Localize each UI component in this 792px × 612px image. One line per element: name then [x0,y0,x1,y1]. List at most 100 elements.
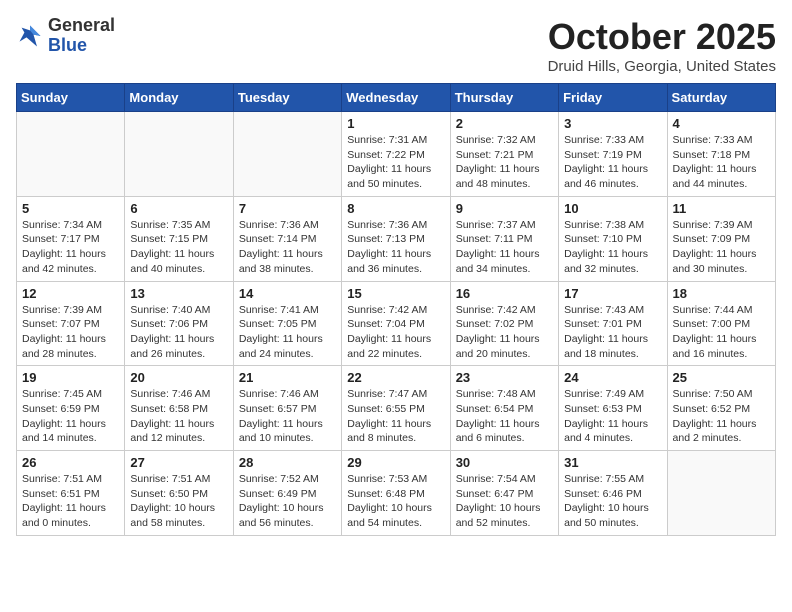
day-info: Sunrise: 7:32 AM Sunset: 7:21 PM Dayligh… [456,133,553,192]
day-info: Sunrise: 7:40 AM Sunset: 7:06 PM Dayligh… [130,303,227,362]
day-number: 15 [347,286,444,301]
day-number: 19 [22,370,119,385]
day-number: 12 [22,286,119,301]
calendar-cell: 23Sunrise: 7:48 AM Sunset: 6:54 PM Dayli… [450,366,558,451]
day-header-friday: Friday [559,84,667,112]
day-info: Sunrise: 7:49 AM Sunset: 6:53 PM Dayligh… [564,387,661,446]
calendar-cell: 12 Sunrise: 7:39 AM Sunset: 7:07 PM Dayli… [17,281,125,366]
day-number: 31 [564,455,661,470]
calendar-week-row: 19Sunrise: 7:45 AM Sunset: 6:59 PM Dayli… [17,366,776,451]
day-number: 24 [564,370,661,385]
logo-bird-icon [16,22,44,50]
day-info: Sunrise: 7:50 AM Sunset: 6:52 PM Dayligh… [673,387,770,446]
day-number: 10 [564,201,661,216]
day-info: Sunrise: 7:46 AM Sunset: 6:57 PM Dayligh… [239,387,336,446]
day-info: Sunrise: 7:41 AM Sunset: 7:05 PM Dayligh… [239,303,336,362]
day-number: 21 [239,370,336,385]
calendar-week-row: 26Sunrise: 7:51 AM Sunset: 6:51 PM Dayli… [17,451,776,536]
calendar-cell: 30 Sunrise: 7:54 AM Sunset: 6:47 PM Dayli… [450,451,558,536]
day-header-wednesday: Wednesday [342,84,450,112]
day-info: Sunrise: 7:51 AM Sunset: 6:51 PM Dayligh… [22,472,119,531]
calendar-cell [667,451,775,536]
day-number: 1 [347,116,444,131]
day-number: 14 [239,286,336,301]
day-number: 4 [673,116,770,131]
calendar-cell: 11Sunrise: 7:39 AM Sunset: 7:09 PM Dayli… [667,196,775,281]
day-number: 30 [456,455,553,470]
calendar-cell: 29Sunrise: 7:53 AM Sunset: 6:48 PM Dayli… [342,451,450,536]
day-number: 25 [673,370,770,385]
day-info: Sunrise: 7:38 AM Sunset: 7:10 PM Dayligh… [564,218,661,277]
day-info: Sunrise: 7:53 AM Sunset: 6:48 PM Dayligh… [347,472,444,531]
calendar-week-row: 12 Sunrise: 7:39 AM Sunset: 7:07 PM Dayli… [17,281,776,366]
day-info: Sunrise: 7:33 AM Sunset: 7:19 PM Dayligh… [564,133,661,192]
day-info: Sunrise: 7:42 AM Sunset: 7:02 PM Dayligh… [456,303,553,362]
day-number: 27 [130,455,227,470]
day-header-tuesday: Tuesday [233,84,341,112]
calendar-cell: 9 Sunrise: 7:37 AM Sunset: 7:11 PM Daylig… [450,196,558,281]
day-info: Sunrise: 7:31 AM Sunset: 7:22 PM Dayligh… [347,133,444,192]
day-info: Sunrise: 7:33 AM Sunset: 7:18 PM Dayligh… [673,133,770,192]
page-header: General Blue October 2025 Druid Hills, G… [16,16,776,75]
logo-general-text: General [48,16,115,36]
calendar-cell: 7 Sunrise: 7:36 AM Sunset: 7:14 PM Daylig… [233,196,341,281]
calendar-week-row: 1 Sunrise: 7:31 AM Sunset: 7:22 PM Daylig… [17,112,776,197]
calendar-cell: 25 Sunrise: 7:50 AM Sunset: 6:52 PM Dayli… [667,366,775,451]
day-info: Sunrise: 7:55 AM Sunset: 6:46 PM Dayligh… [564,472,661,531]
calendar-table: SundayMondayTuesdayWednesdayThursdayFrid… [16,83,776,536]
day-info: Sunrise: 7:46 AM Sunset: 6:58 PM Dayligh… [130,387,227,446]
day-header-thursday: Thursday [450,84,558,112]
calendar-cell [125,112,233,197]
day-number: 2 [456,116,553,131]
calendar-cell: 16 Sunrise: 7:42 AM Sunset: 7:02 PM Dayli… [450,281,558,366]
calendar-cell: 22 Sunrise: 7:47 AM Sunset: 6:55 PM Dayli… [342,366,450,451]
logo: General Blue [16,16,115,56]
calendar-cell: 10 Sunrise: 7:38 AM Sunset: 7:10 PM Dayli… [559,196,667,281]
day-info: Sunrise: 7:36 AM Sunset: 7:14 PM Dayligh… [239,218,336,277]
day-number: 13 [130,286,227,301]
day-info: Sunrise: 7:47 AM Sunset: 6:55 PM Dayligh… [347,387,444,446]
day-number: 9 [456,201,553,216]
day-number: 3 [564,116,661,131]
calendar-cell: 4 Sunrise: 7:33 AM Sunset: 7:18 PM Daylig… [667,112,775,197]
location-title: Druid Hills, Georgia, United States [548,58,776,75]
logo-blue-text: Blue [48,36,115,56]
calendar-cell: 28 Sunrise: 7:52 AM Sunset: 6:49 PM Dayli… [233,451,341,536]
day-info: Sunrise: 7:51 AM Sunset: 6:50 PM Dayligh… [130,472,227,531]
day-number: 16 [456,286,553,301]
day-info: Sunrise: 7:35 AM Sunset: 7:15 PM Dayligh… [130,218,227,277]
day-header-saturday: Saturday [667,84,775,112]
day-header-sunday: Sunday [17,84,125,112]
calendar-cell: 14 Sunrise: 7:41 AM Sunset: 7:05 PM Dayli… [233,281,341,366]
calendar-cell: 21 Sunrise: 7:46 AM Sunset: 6:57 PM Dayli… [233,366,341,451]
day-number: 17 [564,286,661,301]
day-info: Sunrise: 7:37 AM Sunset: 7:11 PM Dayligh… [456,218,553,277]
calendar-cell: 1 Sunrise: 7:31 AM Sunset: 7:22 PM Daylig… [342,112,450,197]
day-number: 5 [22,201,119,216]
day-number: 28 [239,455,336,470]
day-header-monday: Monday [125,84,233,112]
day-info: Sunrise: 7:39 AM Sunset: 7:09 PM Dayligh… [673,218,770,277]
calendar-cell [17,112,125,197]
calendar-week-row: 5 Sunrise: 7:34 AM Sunset: 7:17 PM Daylig… [17,196,776,281]
day-info: Sunrise: 7:39 AM Sunset: 7:07 PM Dayligh… [22,303,119,362]
day-number: 22 [347,370,444,385]
logo-text: General Blue [48,16,115,56]
day-info: Sunrise: 7:52 AM Sunset: 6:49 PM Dayligh… [239,472,336,531]
day-info: Sunrise: 7:36 AM Sunset: 7:13 PM Dayligh… [347,218,444,277]
day-info: Sunrise: 7:54 AM Sunset: 6:47 PM Dayligh… [456,472,553,531]
month-title: October 2025 [548,16,776,58]
calendar-cell: 26Sunrise: 7:51 AM Sunset: 6:51 PM Dayli… [17,451,125,536]
calendar-cell: 31 Sunrise: 7:55 AM Sunset: 6:46 PM Dayli… [559,451,667,536]
day-info: Sunrise: 7:42 AM Sunset: 7:04 PM Dayligh… [347,303,444,362]
day-info: Sunrise: 7:34 AM Sunset: 7:17 PM Dayligh… [22,218,119,277]
calendar-cell: 24 Sunrise: 7:49 AM Sunset: 6:53 PM Dayli… [559,366,667,451]
calendar-cell: 2 Sunrise: 7:32 AM Sunset: 7:21 PM Daylig… [450,112,558,197]
day-info: Sunrise: 7:48 AM Sunset: 6:54 PM Dayligh… [456,387,553,446]
day-number: 20 [130,370,227,385]
day-number: 18 [673,286,770,301]
day-number: 7 [239,201,336,216]
title-area: October 2025 Druid Hills, Georgia, Unite… [548,16,776,75]
calendar-header-row: SundayMondayTuesdayWednesdayThursdayFrid… [17,84,776,112]
calendar-cell: 19Sunrise: 7:45 AM Sunset: 6:59 PM Dayli… [17,366,125,451]
